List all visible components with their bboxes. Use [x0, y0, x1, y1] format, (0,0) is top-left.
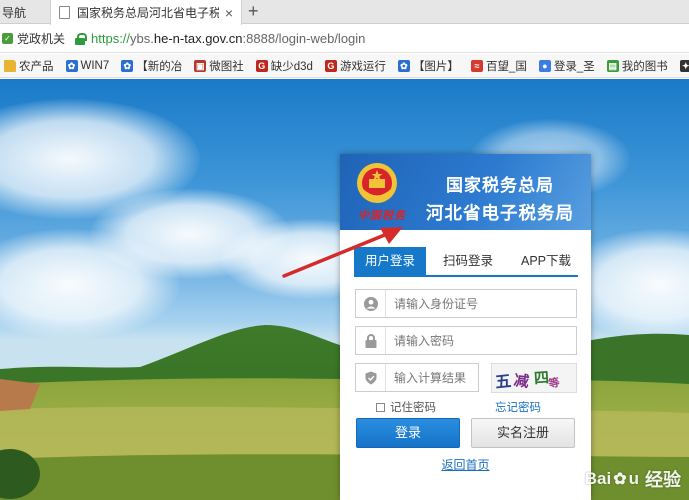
tab-bar: 导航 国家税务总局河北省电子税务局 × + — [0, 0, 689, 25]
url-scheme: https:// — [91, 31, 131, 46]
image-icon: ▣ — [194, 59, 207, 72]
url-text[interactable]: https://ybs.he-n-tax.gov.cn:8888/login-w… — [91, 31, 365, 46]
tab-qr-login[interactable]: 扫码登录 — [436, 247, 500, 275]
tab-user-login[interactable]: 用户登录 — [354, 247, 426, 275]
watermark-jingyan: 经验 — [645, 470, 681, 490]
bookmarks-bar: 农产品 ✿ WIN7 ✿ 【新的冶 ▣ 微图社 G 缺少d3d G 游戏运行 ✿ 【图片】 ≈ 百望_国 ● 登… — [0, 54, 689, 78]
login-tabs: 用户登录 扫码登录 APP下载 — [354, 247, 578, 277]
remember-label: 记住密码 — [390, 402, 436, 414]
bookmark-item[interactable]: ▣ 微图社 — [194, 58, 244, 74]
panel-header: 中国税务 国家税务总局 河北省电子税务局 — [340, 154, 591, 230]
bird-icon: ✦ — [679, 59, 689, 72]
tab-previous[interactable]: 导航 — [0, 0, 46, 24]
g-icon: G — [324, 59, 337, 72]
lock-icon[interactable] — [75, 32, 88, 45]
book-icon: ▤ — [606, 59, 619, 72]
bookmark-item[interactable]: ✿ 【图片】 — [397, 58, 459, 74]
bookmark-label: 我的图书 — [621, 60, 668, 73]
panel-title-line1: 国家税务总局 — [446, 176, 554, 195]
captcha-field[interactable] — [355, 363, 549, 392]
bookmark-label: 缺少d3d — [270, 60, 313, 73]
id-number-input[interactable] — [386, 291, 576, 316]
shield-icon — [356, 364, 386, 391]
bookmark-item[interactable]: ✿ 【新的冶 — [121, 58, 182, 74]
user-icon — [356, 290, 386, 317]
gov-badge[interactable]: ✓ 党政机关 — [2, 30, 65, 47]
tax-emblem-icon — [357, 163, 397, 203]
bookmark-label: WIN7 — [80, 59, 110, 72]
gov-badge-label: 党政机关 — [17, 32, 66, 46]
g-icon: G — [255, 59, 268, 72]
back-home-link[interactable]: 返回首页 — [340, 456, 591, 473]
bookmark-item[interactable]: ✿ WIN7 — [65, 59, 110, 72]
tab-active-title: 国家税务总局河北省电子税务局 — [77, 6, 219, 20]
register-button[interactable]: 实名注册 — [471, 418, 575, 448]
paw-icon: ✿ — [65, 59, 78, 72]
close-tab-icon[interactable]: × — [225, 5, 233, 21]
bookmark-label: 微图社 — [209, 60, 244, 73]
bookmark-label: 【图片】 — [412, 60, 459, 73]
bookmark-item[interactable]: ▤ 我的图书 — [606, 58, 668, 74]
url-host: he-n-tax.gov.cn — [153, 31, 243, 46]
url-subdomain: ybs. — [130, 31, 154, 46]
url-path: :8888/login-web/login — [242, 31, 366, 46]
bookmark-item[interactable]: G 游戏运行 — [324, 58, 386, 74]
wave-icon: ≈ — [470, 59, 483, 72]
gov-shield-icon: ✓ — [2, 33, 13, 44]
remember-checkbox[interactable] — [376, 402, 385, 412]
bookmark-label: 农产品 — [19, 60, 54, 73]
captcha-image[interactable]: 五 减 四 等于? — [491, 363, 577, 393]
watermark-brand-end: u — [628, 469, 639, 488]
tab-previous-label: 导航 — [2, 5, 27, 20]
bookmark-label: 百望_国 — [485, 60, 527, 73]
tab-app-download[interactable]: APP下载 — [514, 247, 578, 275]
bookmark-item[interactable]: ● 登录_圣 — [538, 58, 595, 74]
bookmark-item[interactable]: 农产品 — [4, 58, 54, 74]
folder-icon — [4, 59, 16, 72]
login-panel: 中国税务 国家税务总局 河北省电子税务局 用户登录 扫码登录 APP下载 五 减… — [340, 154, 591, 500]
paw-icon: ✿ — [613, 471, 627, 488]
watermark-brand: Bai — [584, 469, 612, 488]
tab-active[interactable]: 国家税务总局河北省电子税务局 × — [50, 0, 242, 25]
id-number-field[interactable] — [355, 289, 577, 318]
new-tab-button[interactable]: + — [248, 0, 259, 24]
brush-logo-text: 中国税务 — [358, 209, 406, 222]
captcha-char: 减 — [512, 371, 531, 391]
paw-icon: ✿ — [121, 59, 134, 72]
captcha-char: 等于? — [547, 375, 570, 392]
bookmark-label: 登录_圣 — [553, 60, 595, 73]
password-input[interactable] — [386, 328, 576, 353]
panel-title-line2: 河北省电子税务局 — [426, 203, 574, 223]
bookmark-item[interactable]: ≈ 百望_国 — [470, 58, 527, 74]
bookmark-item[interactable]: G 缺少d3d — [255, 58, 313, 74]
bookmark-item[interactable]: ✦差额征税 — [679, 58, 689, 74]
lock-icon — [356, 327, 386, 354]
login-button[interactable]: 登录 — [356, 418, 460, 448]
paw-icon: ✿ — [397, 59, 410, 72]
remember-password[interactable]: 记住密码 — [376, 399, 436, 415]
circle-icon: ● — [538, 59, 551, 72]
password-field[interactable] — [355, 326, 577, 355]
document-icon — [59, 6, 70, 19]
address-bar[interactable]: ✓ 党政机关 https://ybs.he-n-tax.gov.cn:8888/… — [0, 25, 689, 53]
baidu-jingyan-watermark: Bai ✿ u 经验 — [585, 466, 681, 492]
bookmark-label: 【新的冶 — [136, 60, 183, 73]
bookmark-label: 游戏运行 — [339, 60, 386, 73]
captcha-char: 五 — [494, 371, 513, 392]
forgot-password-link[interactable]: 忘记密码 — [495, 399, 541, 415]
